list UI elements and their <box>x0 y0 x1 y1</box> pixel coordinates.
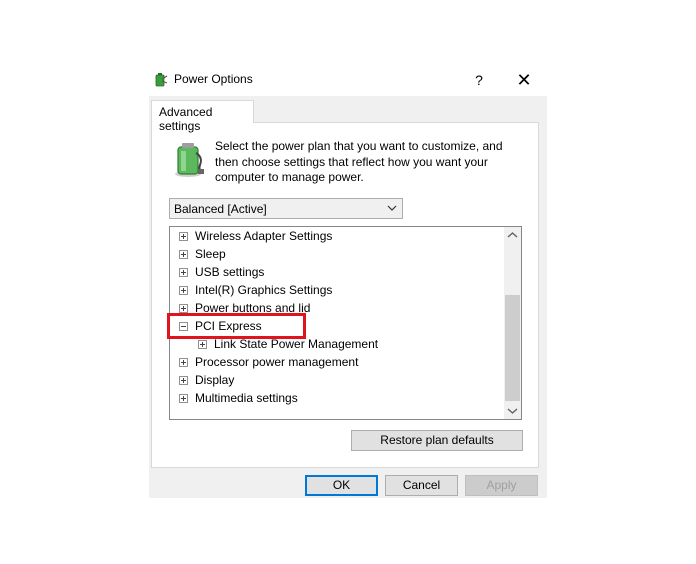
expand-icon[interactable] <box>179 376 188 385</box>
tree-item-label: Sleep <box>195 247 226 261</box>
expand-icon[interactable] <box>179 286 188 295</box>
expand-icon[interactable] <box>179 394 188 403</box>
help-button[interactable]: ? <box>465 66 493 94</box>
expand-icon[interactable] <box>179 250 188 259</box>
power-options-dialog: Power Options ? ✕ Advanced settings Sele… <box>149 64 547 498</box>
tree-item-label: USB settings <box>195 265 265 279</box>
close-button[interactable]: ✕ <box>509 66 539 94</box>
tree-item-intel-graphics[interactable]: Intel(R) Graphics Settings <box>170 281 503 299</box>
tree-item-label: Multimedia settings <box>195 391 298 405</box>
tree-item-usb[interactable]: USB settings <box>170 263 503 281</box>
ok-button[interactable]: OK <box>305 475 378 496</box>
tree-item-processor[interactable]: Processor power management <box>170 353 503 371</box>
expand-icon[interactable] <box>179 232 188 241</box>
expand-icon[interactable] <box>179 358 188 367</box>
power-plan-value: Balanced [Active] <box>174 202 267 216</box>
tree-item-label: Link State Power Management <box>214 337 379 351</box>
apply-button: Apply <box>465 475 538 496</box>
tree-item-label: Wireless Adapter Settings <box>195 229 333 243</box>
title-bar[interactable]: Power Options ? ✕ <box>149 64 547 96</box>
scrollbar-thumb[interactable] <box>505 295 520 401</box>
tree-item-label: Processor power management <box>195 355 359 369</box>
tree-item-label: Intel(R) Graphics Settings <box>195 283 333 297</box>
scroll-up-icon[interactable] <box>504 227 521 244</box>
tab-advanced-settings[interactable]: Advanced settings <box>151 100 254 133</box>
description-text: Select the power plan that you want to c… <box>215 139 503 184</box>
window-title: Power Options <box>174 72 253 86</box>
expand-icon[interactable] <box>179 304 188 313</box>
tree-item-multimedia[interactable]: Multimedia settings <box>170 389 503 407</box>
expand-icon[interactable] <box>198 340 207 349</box>
tree-item-sleep[interactable]: Sleep <box>170 245 503 263</box>
tab-label: Advanced settings <box>159 105 213 133</box>
settings-panel: Select the power plan that you want to c… <box>151 122 539 468</box>
power-plan-dropdown[interactable]: Balanced [Active] <box>169 198 403 219</box>
cancel-button[interactable]: Cancel <box>385 475 458 496</box>
chevron-down-icon <box>387 205 397 211</box>
tree-item-label: Display <box>195 373 235 387</box>
battery-icon <box>175 143 204 177</box>
vertical-scrollbar[interactable] <box>504 227 521 419</box>
expand-icon[interactable] <box>179 268 188 277</box>
tree-item-wireless-adapter[interactable]: Wireless Adapter Settings <box>170 227 503 245</box>
scroll-down-icon[interactable] <box>504 402 521 419</box>
power-options-icon <box>155 73 168 87</box>
tree-item-display[interactable]: Display <box>170 371 503 389</box>
highlight-annotation-box <box>167 313 306 339</box>
restore-plan-defaults-button[interactable]: Restore plan defaults <box>351 430 523 451</box>
